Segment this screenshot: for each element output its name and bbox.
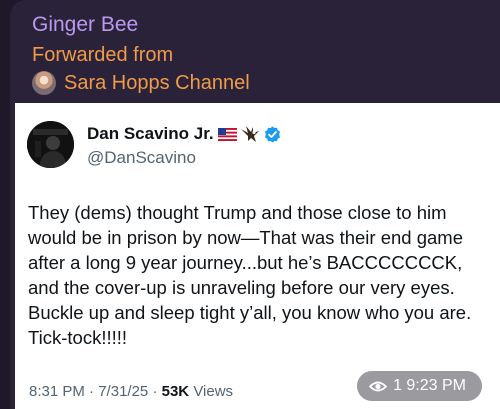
eagle-icon xyxy=(240,125,260,143)
tweet-views-label: Views xyxy=(193,383,234,400)
sender-name[interactable]: Ginger Bee xyxy=(32,13,138,37)
tweet-meta: 8:31 PM · 7/31/25 · 53K Views xyxy=(29,383,233,400)
author-name[interactable]: Dan Scavino Jr. xyxy=(87,124,214,144)
meta-separator: · xyxy=(89,383,99,400)
message-views-timestamp: 1 9:23 PM xyxy=(357,371,482,401)
us-flag-icon xyxy=(217,127,237,141)
author-handle[interactable]: @DanScavino xyxy=(87,148,196,168)
tweet-date[interactable]: 7/31/25 xyxy=(98,383,148,400)
tweet-text: They (dems) thought Trump and those clos… xyxy=(28,202,472,348)
author-line: Dan Scavino Jr. xyxy=(87,124,281,144)
meta-separator: · xyxy=(152,383,162,400)
views-time-text: 1 9:23 PM xyxy=(393,377,466,394)
eye-icon xyxy=(368,380,388,393)
author-avatar[interactable] xyxy=(27,121,74,168)
channel-avatar xyxy=(32,71,56,95)
forwarded-label: Forwarded from xyxy=(32,44,174,66)
forwarded-channel[interactable]: Sara Hopps Channel xyxy=(32,70,250,96)
channel-name[interactable]: Sara Hopps Channel xyxy=(64,72,250,95)
tweet-views-count: 53K xyxy=(161,383,190,400)
tweet-time[interactable]: 8:31 PM xyxy=(29,383,85,400)
verified-badge-icon xyxy=(264,126,281,143)
